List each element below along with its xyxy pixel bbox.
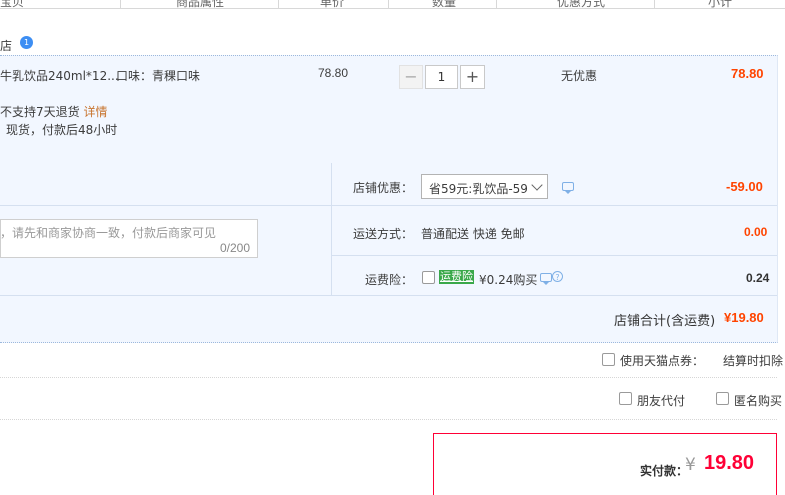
header-subtotal: 小计	[708, 0, 733, 9]
shop-coupon-label: 店铺优惠：	[353, 181, 414, 195]
friend-pay-label[interactable]: 朋友代付	[637, 392, 685, 409]
options-divider	[0, 295, 777, 296]
anonymous-checkbox[interactable]	[716, 392, 729, 405]
shop-coupon-amount: -59.00	[726, 179, 763, 194]
header-attrs: 商品属性	[176, 0, 225, 9]
divider	[0, 419, 777, 420]
wangwang-chat-icon[interactable]: 1	[20, 36, 33, 49]
shop-coupon-value: 省59元:乳饮品-59	[429, 182, 528, 196]
header-divider	[278, 0, 279, 8]
payment-amount: 19.80	[704, 452, 755, 474]
return-policy-text: 不支持7天退货	[0, 105, 80, 119]
payment-currency: ¥	[685, 455, 696, 475]
header-divider	[388, 0, 389, 8]
item-unit-price: 78.80	[318, 66, 349, 80]
divider	[0, 377, 777, 378]
comment-icon[interactable]	[540, 273, 552, 285]
insurance-amount: 0.24	[746, 271, 770, 285]
qty-input[interactable]: 1	[425, 65, 458, 89]
table-header: 宝贝 商品属性 单价 数量 优惠方式 小计	[0, 0, 785, 9]
header-product: 宝贝	[0, 0, 25, 9]
options-divider	[332, 255, 777, 256]
options-divider	[331, 163, 332, 295]
shop-total-amount: ¥19.80	[724, 310, 764, 325]
shop-total-label: 店铺合计(含运费)	[614, 314, 716, 329]
options-divider	[332, 205, 777, 206]
anonymous-label[interactable]: 匿名购买	[734, 392, 782, 409]
chevron-down-icon	[531, 179, 543, 191]
insurance-badge[interactable]: 运费险	[439, 270, 474, 284]
insurance-price: ¥0.24购买	[479, 273, 538, 287]
tmall-points-label[interactable]: 使用天猫点券：	[620, 352, 704, 369]
insurance-checkbox[interactable]	[422, 271, 435, 284]
shipping-amount: 0.00	[744, 225, 768, 239]
header-discount: 优惠方式	[557, 0, 606, 9]
qty-decrease-button[interactable]: −	[399, 65, 423, 89]
options-divider	[0, 205, 331, 206]
help-icon[interactable]: ?	[552, 271, 563, 282]
shipping-method: 普通配送 快递 免邮	[421, 227, 525, 241]
item-discount: 无优惠	[561, 69, 598, 83]
friend-pay-checkbox[interactable]	[619, 392, 632, 405]
header-price: 单价	[320, 0, 345, 9]
comment-icon[interactable]	[562, 182, 574, 194]
item-subtotal: 78.80	[731, 66, 764, 81]
qty-increase-button[interactable]: +	[460, 65, 485, 89]
header-divider	[496, 0, 497, 8]
header-divider	[120, 0, 121, 8]
tmall-points-note: 结算时扣除	[723, 354, 784, 368]
item-sku: 口味：青稞口味	[116, 69, 201, 83]
shipping-label: 运送方式：	[353, 227, 414, 241]
return-policy-link[interactable]: 详情	[83, 105, 107, 119]
header-divider	[654, 0, 655, 8]
return-policy: 不支持7天退货 详情	[0, 103, 107, 120]
item-title[interactable]: 牛乳饮品240ml*12...	[0, 67, 119, 84]
shop-coupon-select[interactable]: 省59元:乳饮品-59	[421, 174, 548, 199]
message-placeholder: ，请先和商家协商一致，付款后商家可见	[0, 226, 217, 240]
payment-label: 实付款：	[640, 464, 689, 478]
insurance-label: 运费险：	[365, 273, 414, 287]
delivery-note: 现货，付款后48小时	[6, 123, 118, 137]
message-char-count: 0/200	[220, 241, 251, 255]
header-qty: 数量	[432, 0, 457, 9]
tmall-points-checkbox[interactable]	[602, 353, 615, 366]
shop-name[interactable]: 店	[0, 37, 12, 54]
